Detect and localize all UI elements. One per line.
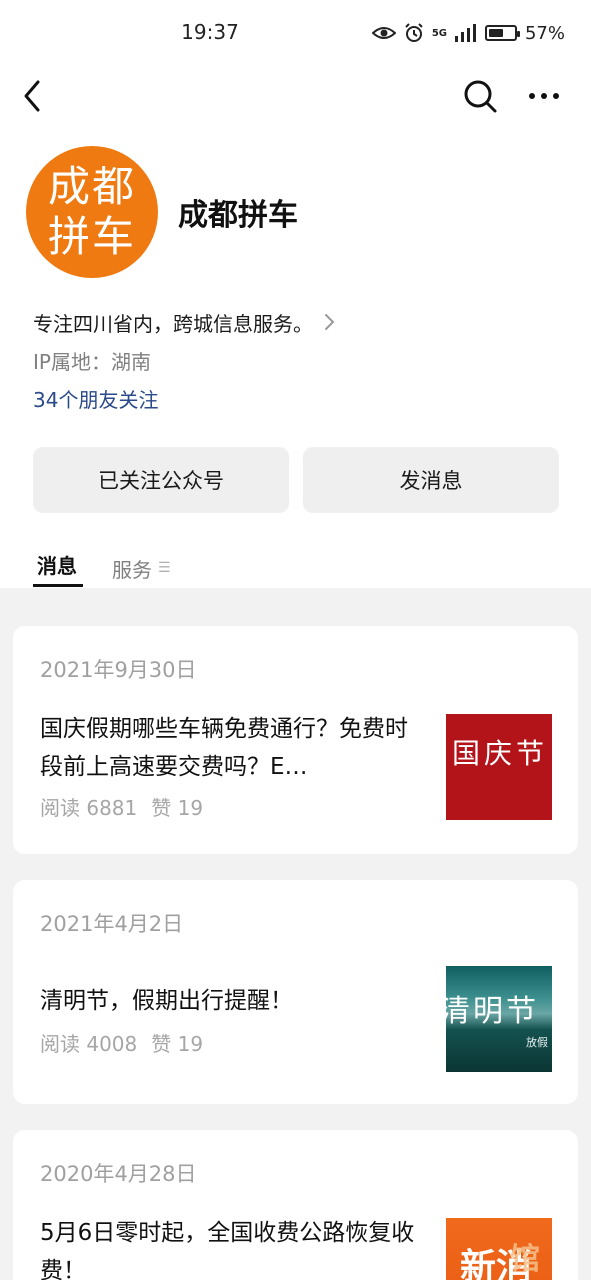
thumbnail-subtext: 放假	[526, 1036, 548, 1049]
battery-icon	[484, 25, 520, 41]
like-count: 赞 19	[151, 1032, 204, 1056]
search-icon[interactable]	[460, 76, 500, 116]
battery-fill	[488, 29, 503, 37]
status-bar: 19:37 5G 57%	[0, 0, 591, 66]
tab-messages[interactable]: 消息	[37, 550, 77, 586]
ip-location: IP属地：湖南	[33, 350, 151, 374]
tab-services[interactable]: 服务 ☰	[112, 550, 171, 586]
network-label: 5G	[431, 27, 447, 39]
article-date: 2021年4月2日	[40, 912, 184, 936]
article-stats: 阅读 6881 赞 19	[40, 792, 203, 821]
avatar-text-line1: 成都	[47, 162, 136, 211]
menu-icon: ☰	[158, 560, 171, 576]
account-description[interactable]: 专注四川省内，跨城信息服务。	[33, 306, 337, 338]
article-card[interactable]: 2021年9月30日 国庆假期哪些车辆免费通行？免费时段前上高速要交费吗？E… …	[13, 626, 578, 854]
friends-following-link[interactable]: 34个朋友关注	[33, 384, 158, 413]
watermark: 馆	[510, 1242, 540, 1277]
eye-icon	[371, 27, 396, 39]
article-date: 2021年9月30日	[40, 658, 197, 682]
nav-bar	[0, 66, 591, 126]
article-title[interactable]: 国庆假期哪些车辆免费通行？免费时段前上高速要交费吗？E…	[40, 710, 420, 786]
status-icons: 5G 57%	[371, 20, 565, 46]
article-card[interactable]: 2020年4月28日 5月6日零时起，全国收费公路恢复收费！ 新消	[13, 1130, 578, 1280]
article-stats: 阅读 4008 赞 19	[40, 1028, 203, 1057]
send-message-button[interactable]: 发消息	[303, 447, 559, 513]
message-feed: 2021年9月30日 国庆假期哪些车辆免费通行？免费时段前上高速要交费吗？E… …	[0, 588, 591, 1280]
read-count: 阅读 4008	[40, 1032, 138, 1056]
alarm-icon	[405, 23, 423, 42]
like-count: 赞 19	[151, 796, 204, 820]
chevron-right-icon	[325, 314, 335, 330]
tab-active-indicator	[33, 584, 83, 587]
more-horizontal-icon[interactable]	[524, 76, 564, 116]
article-title[interactable]: 5月6日零时起，全国收费公路恢复收费！	[40, 1214, 420, 1280]
thumbnail-text: 国庆节	[452, 737, 549, 770]
tab-bar: 消息 服务 ☰	[0, 540, 591, 588]
read-count: 阅读 6881	[40, 796, 138, 820]
article-thumbnail[interactable]: 国庆节	[446, 714, 552, 820]
article-card[interactable]: 2021年4月2日 清明节，假期出行提醒！ 阅读 4008 赞 19 清明节 放假	[13, 880, 578, 1104]
status-time: 19:37	[181, 20, 239, 44]
article-thumbnail[interactable]: 清明节 放假	[446, 966, 552, 1072]
signal-icon	[454, 24, 476, 42]
followed-account-button[interactable]: 已关注公众号	[33, 447, 289, 513]
chevron-left-icon[interactable]	[18, 76, 50, 116]
thumbnail-text: 清明节	[446, 994, 539, 1029]
battery-percent: 57%	[524, 22, 565, 44]
tab-services-label: 服务	[112, 557, 152, 582]
article-title[interactable]: 清明节，假期出行提醒！	[40, 982, 420, 1020]
article-date: 2020年4月28日	[40, 1162, 197, 1186]
avatar[interactable]: 成都 拼车	[26, 146, 158, 278]
description-text: 专注四川省内，跨城信息服务。	[33, 311, 313, 336]
avatar-text-line2: 拼车	[47, 212, 136, 261]
account-name: 成都拼车	[178, 198, 298, 233]
